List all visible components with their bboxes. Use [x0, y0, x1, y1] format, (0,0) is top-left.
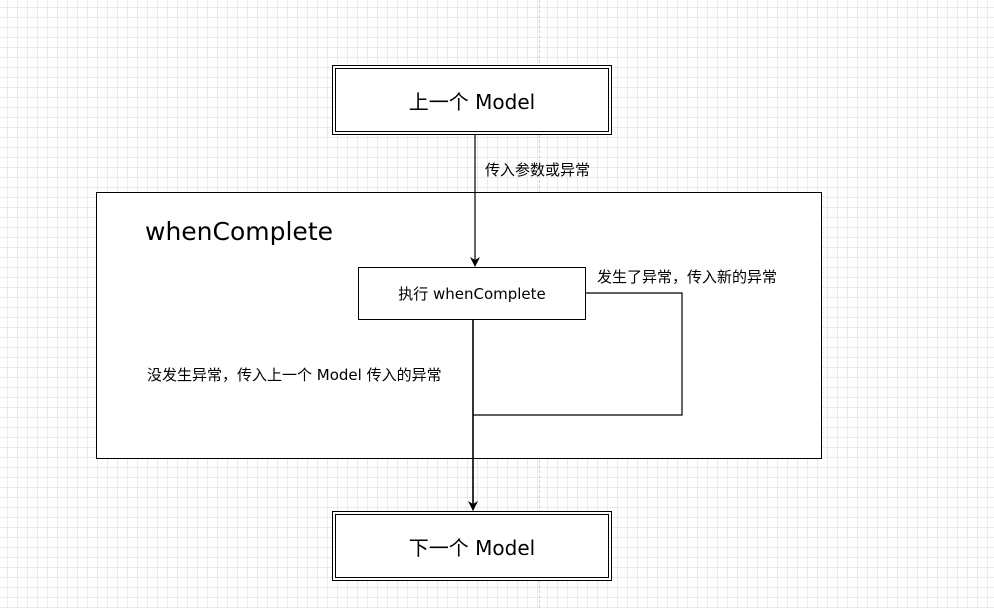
next-model-node[interactable]: 下一个 Model [332, 511, 612, 581]
edge-exception-loop[interactable] [473, 292, 683, 416]
next-model-label: 下一个 Model [408, 535, 536, 560]
edge-label-no-exception: 没发生异常，传入上一个 Model 传入的异常 [147, 366, 442, 384]
edge-label-exception: 发生了异常，传入新的异常 [597, 268, 778, 286]
edge-label-pass: 传入参数或异常 [485, 161, 591, 179]
